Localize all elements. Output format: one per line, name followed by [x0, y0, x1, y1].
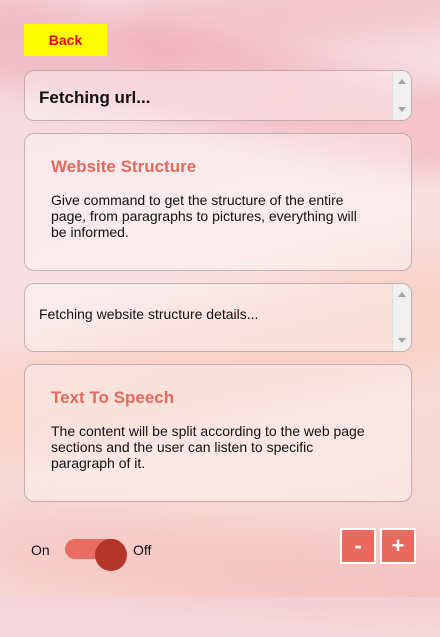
back-button[interactable]: Back: [24, 24, 107, 56]
card-title: Website Structure: [51, 157, 197, 176]
card-title: Text To Speech: [51, 388, 175, 407]
scroll-up-icon[interactable]: [398, 292, 406, 297]
toggle-knob[interactable]: [95, 539, 127, 571]
url-status-text: Fetching url...: [39, 88, 151, 107]
increase-button[interactable]: +: [380, 528, 416, 564]
url-scrollbar[interactable]: [392, 71, 411, 120]
decrease-button[interactable]: -: [340, 528, 376, 564]
website-structure-card[interactable]: Website Structure Give command to get th…: [24, 133, 412, 271]
scroll-up-icon[interactable]: [398, 79, 406, 84]
toggle-on-label: On: [31, 542, 50, 558]
structure-scrollbar[interactable]: [392, 284, 411, 351]
toggle-switch[interactable]: [65, 539, 127, 571]
background-wash: [116, 0, 440, 75]
structure-status-text: Fetching website structure details...: [39, 306, 259, 322]
toggle-off-label: Off: [133, 542, 152, 558]
background-wash: [0, 493, 440, 637]
scroll-down-icon[interactable]: [398, 107, 406, 112]
scroll-down-icon[interactable]: [398, 338, 406, 343]
card-description: Give command to get the structure of the…: [51, 192, 357, 240]
card-description: The content will be split according to t…: [51, 423, 365, 471]
structure-status-box[interactable]: Fetching website structure details...: [24, 283, 412, 352]
url-status-box[interactable]: Fetching url...: [24, 70, 412, 121]
text-to-speech-card[interactable]: Text To Speech The content will be split…: [24, 364, 412, 502]
